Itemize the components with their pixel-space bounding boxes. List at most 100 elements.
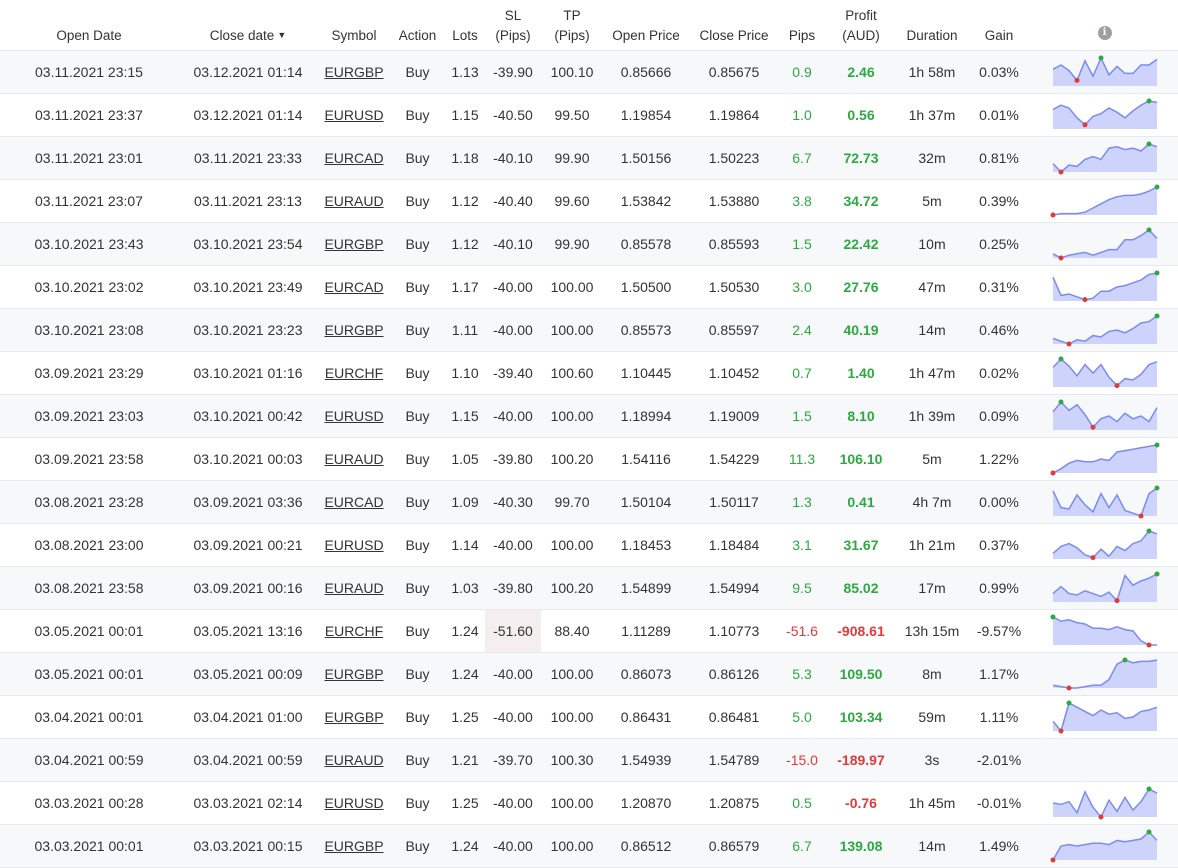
profit-value: -189.97 [837, 752, 885, 768]
symbol-link[interactable]: EURUSD [324, 537, 383, 553]
open-date-cell: 03.05.2021 00:01 [0, 652, 178, 696]
close-price-value: 0.85675 [708, 64, 760, 80]
gain-cell: 0.39% [967, 179, 1031, 223]
sl-cell: -40.00 [485, 824, 541, 868]
symbol-link[interactable]: EURAUD [324, 580, 383, 596]
table-row: 03.08.2021 23:28 03.09.2021 03:36 EURCAD Bu… [0, 480, 1178, 524]
symbol-cell: EURAUD [318, 437, 390, 481]
open-date-cell: 03.04.2021 00:01 [0, 695, 178, 739]
profit-value: 0.41 [847, 494, 875, 510]
symbol-link[interactable]: EURCHF [325, 623, 383, 639]
profit-cell: 0.56 [825, 93, 897, 137]
sparkline-high-marker [1122, 657, 1127, 663]
sl-value: -40.00 [493, 322, 533, 338]
open-price-value: 1.11289 [621, 623, 671, 639]
symbol-link[interactable]: EURCAD [324, 279, 383, 295]
symbol-cell: EURGBP [318, 222, 390, 266]
sparkline-high-marker [1146, 227, 1151, 233]
open-date-value: 03.11.2021 23:07 [35, 193, 143, 209]
symbol-link[interactable]: EURAUD [324, 752, 383, 768]
symbol-link[interactable]: EURGBP [324, 838, 383, 854]
col-close-date[interactable]: Close date ▼ [178, 0, 318, 51]
open-date-value: 03.09.2021 23:03 [34, 408, 144, 424]
sl-value: -40.00 [493, 537, 533, 553]
open-price-cell: 0.86073 [603, 652, 689, 696]
duration-cell: 59m [897, 695, 967, 739]
symbol-link[interactable]: EURCAD [324, 150, 383, 166]
table-row: 03.08.2021 23:58 03.09.2021 00:16 EURAUD Bu… [0, 566, 1178, 610]
col-sl[interactable]: SL (Pips) [485, 0, 541, 51]
sl-cell: -40.00 [485, 781, 541, 825]
open-date-value: 03.09.2021 23:58 [34, 451, 144, 467]
sl-cell: -51.60 [485, 609, 541, 653]
profit-cell: 106.10 [825, 437, 897, 481]
sparkline-cell [1031, 351, 1178, 395]
table-row: 03.09.2021 23:29 03.10.2021 01:16 EURCHF Bu… [0, 351, 1178, 395]
profit-value: 0.56 [847, 107, 875, 123]
col-profit[interactable]: Profit (AUD) [825, 0, 897, 51]
symbol-link[interactable]: EURGBP [324, 666, 383, 682]
sl-cell: -39.40 [485, 351, 541, 395]
open-price-value: 0.85666 [620, 64, 672, 80]
close-date-cell: 03.12.2021 01:14 [178, 93, 318, 137]
col-pips[interactable]: Pips [779, 0, 825, 51]
col-lots[interactable]: Lots [445, 0, 485, 51]
col-open-price[interactable]: Open Price [603, 0, 689, 51]
duration-value: 14m [918, 838, 946, 854]
profit-value: 72.73 [843, 150, 879, 166]
action-value: Buy [405, 150, 430, 166]
gain-cell: 1.11% [967, 695, 1031, 739]
gain-cell: 0.31% [967, 265, 1031, 309]
symbol-link[interactable]: EURGBP [324, 236, 383, 252]
duration-cell: 3s [897, 738, 967, 782]
profit-value: 1.40 [847, 365, 875, 381]
symbol-link[interactable]: EURCHF [325, 365, 383, 381]
col-tp[interactable]: TP (Pips) [541, 0, 603, 51]
col-close-price[interactable]: Close Price [689, 0, 779, 51]
col-gain[interactable]: Gain [967, 0, 1031, 51]
trade-sparkline [1050, 184, 1159, 218]
symbol-link[interactable]: EURCAD [324, 494, 383, 510]
info-icon[interactable]: i [1097, 26, 1112, 40]
duration-value: 32m [918, 150, 946, 166]
sl-cell: -40.10 [485, 222, 541, 266]
duration-cell: 14m [897, 308, 967, 352]
table-row: 03.11.2021 23:07 03.11.2021 23:13 EURAUD Bu… [0, 179, 1178, 223]
col-action[interactable]: Action [390, 0, 445, 51]
col-symbol[interactable]: Symbol [318, 0, 390, 51]
sparkline-high-marker [1146, 786, 1151, 792]
action-value: Buy [405, 666, 430, 682]
open-date-value: 03.09.2021 23:29 [34, 365, 144, 381]
profit-cell: 34.72 [825, 179, 897, 223]
col-open-date[interactable]: Open Date [0, 0, 178, 51]
symbol-link[interactable]: EURGBP [324, 64, 383, 80]
action-value: Buy [405, 193, 430, 209]
symbol-link[interactable]: EURUSD [324, 107, 383, 123]
duration-cell: 1h 45m [897, 781, 967, 825]
close-price-value: 1.53880 [708, 193, 760, 209]
sparkline-high-marker [1154, 442, 1159, 448]
profit-cell: 139.08 [825, 824, 897, 868]
sparkline-high-marker [1146, 829, 1151, 835]
sl-cell: -39.70 [485, 738, 541, 782]
symbol-link[interactable]: EURGBP [324, 709, 383, 725]
profit-cell: 1.40 [825, 351, 897, 395]
symbol-link[interactable]: EURAUD [324, 451, 383, 467]
close-date-value: 03.12.2021 01:14 [193, 107, 303, 123]
symbol-link[interactable]: EURUSD [324, 408, 383, 424]
sparkline-cell [1031, 652, 1178, 696]
gain-cell: 0.99% [967, 566, 1031, 610]
symbol-link[interactable]: EURAUD [324, 193, 383, 209]
close-price-cell: 1.20875 [689, 781, 779, 825]
sl-value: -39.80 [493, 580, 533, 596]
symbol-link[interactable]: EURGBP [324, 322, 383, 338]
close-date-cell: 03.09.2021 00:21 [178, 523, 318, 567]
profit-cell: 72.73 [825, 136, 897, 180]
lots-value: 1.13 [451, 64, 479, 80]
col-duration[interactable]: Duration [897, 0, 967, 51]
col-chart: i [1031, 0, 1178, 51]
col-tp-label: TP [563, 8, 581, 23]
trade-sparkline [1051, 270, 1159, 303]
symbol-link[interactable]: EURUSD [324, 795, 383, 811]
sort-desc-icon[interactable]: ▼ [277, 30, 286, 40]
